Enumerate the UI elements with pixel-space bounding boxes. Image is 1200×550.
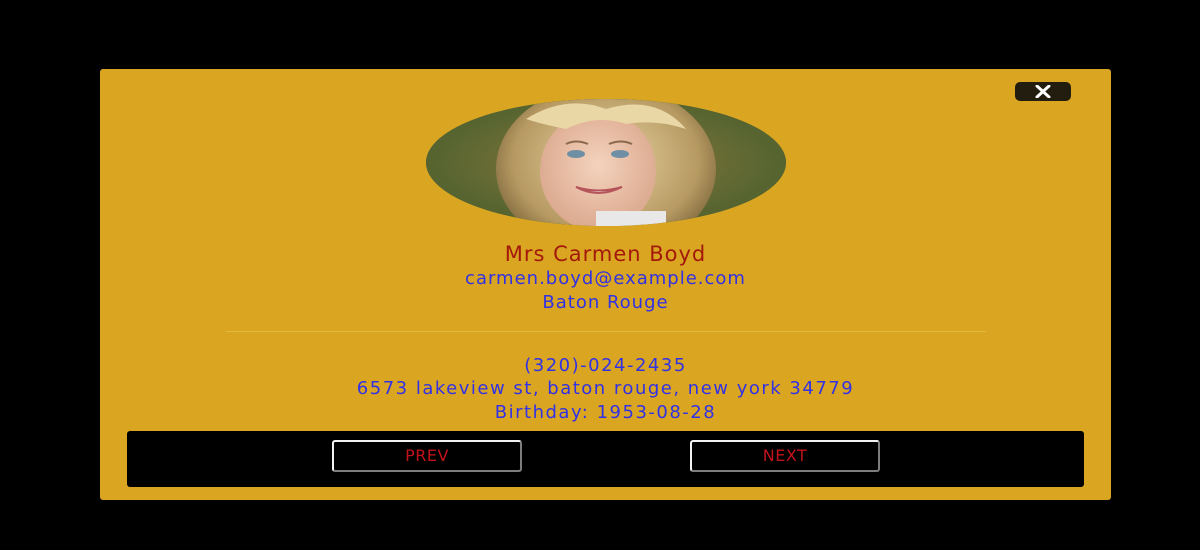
profile-address: 6573 lakeview st, baton rouge, new york … [356, 378, 855, 399]
profile-birthday: Birthday: 1953-08-28 [494, 402, 717, 423]
close-button[interactable] [1015, 82, 1071, 101]
profile-phone: (320)-024-2435 [524, 355, 687, 376]
navigation-footer: PREV NEXT [127, 431, 1084, 487]
avatar [426, 99, 786, 226]
prev-button[interactable]: PREV [332, 440, 522, 472]
close-icon [1035, 85, 1051, 98]
profile-card: Mrs Carmen Boyd carmen.boyd@example.com … [100, 69, 1111, 500]
next-button[interactable]: NEXT [690, 440, 880, 472]
profile-email: carmen.boyd@example.com [465, 268, 746, 289]
divider [226, 331, 986, 332]
profile-name: Mrs Carmen Boyd [504, 242, 707, 266]
profile-city: Baton Rouge [542, 292, 669, 313]
